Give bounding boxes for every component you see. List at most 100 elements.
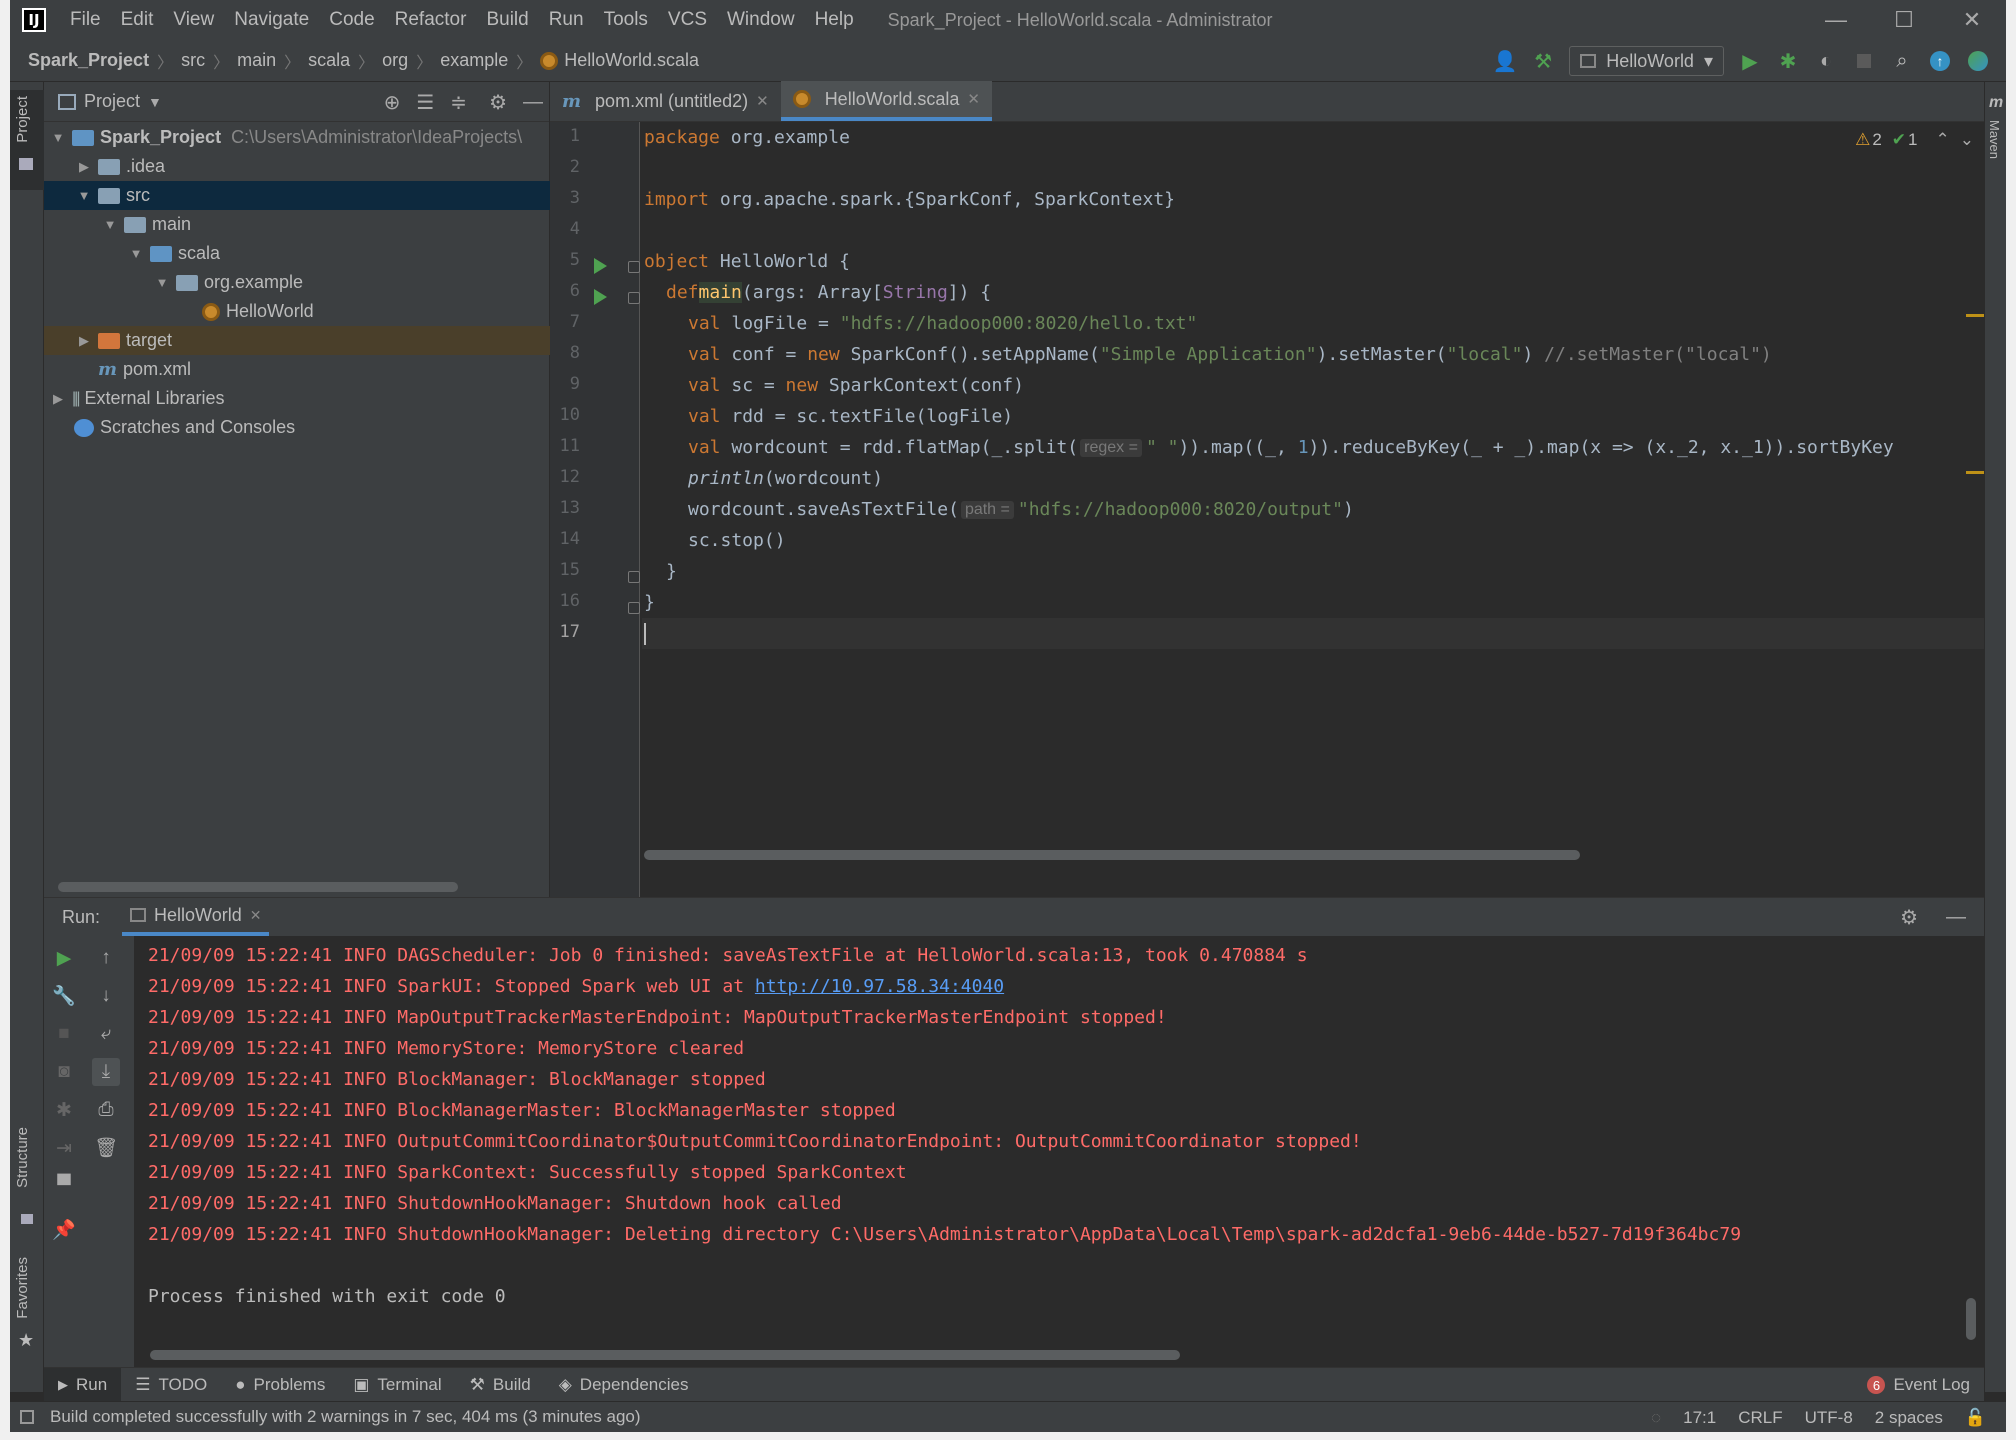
spark-ui-link[interactable]: http://10.97.58.34:4040 xyxy=(755,976,1004,997)
user-icon[interactable]: 👤 xyxy=(1493,49,1518,73)
tree-item-external-libraries[interactable]: ▶ ||| External Libraries xyxy=(44,384,550,413)
coverage-icon[interactable]: ◐ xyxy=(1814,49,1838,73)
run-tab-helloworld[interactable]: HelloWorld ✕ xyxy=(122,898,270,936)
run-console[interactable]: 21/09/09 15:22:41 INFO DAGScheduler: Job… xyxy=(134,936,1984,1368)
file-encoding[interactable]: UTF-8 xyxy=(1805,1408,1853,1428)
maximize-button[interactable]: ☐ xyxy=(1870,0,1938,40)
menu-refactor[interactable]: Refactor xyxy=(385,9,477,31)
tab-pom-xml[interactable]: m pom.xml (untitled2) ✕ xyxy=(550,81,781,121)
layout-icon[interactable]: ▀ xyxy=(50,1172,78,1200)
fold-marker-icon[interactable] xyxy=(628,571,640,583)
tool-build-button[interactable]: ⚒ Build xyxy=(456,1368,545,1402)
status-message[interactable]: Build completed successfully with 2 warn… xyxy=(50,1407,641,1427)
debug-icon[interactable]: ✱ xyxy=(1776,49,1800,73)
code-line-12[interactable]: println (wordcount) xyxy=(642,463,1984,494)
rerun-icon[interactable]: ▶ xyxy=(50,944,78,972)
chevron-down-icon[interactable]: ▼ xyxy=(102,217,118,232)
ide-features-icon[interactable] xyxy=(1966,49,1990,73)
console-horizontal-scrollbar[interactable] xyxy=(150,1350,1180,1360)
menu-vcs[interactable]: VCS xyxy=(658,9,717,31)
fold-marker-icon[interactable] xyxy=(628,261,640,273)
code-area[interactable]: package org.example import org.apache.sp… xyxy=(642,122,1984,897)
code-line-7[interactable]: val logFile = "hdfs://hadoop000:8020/hel… xyxy=(642,308,1984,339)
run-gutter-icon[interactable] xyxy=(594,258,607,274)
breadcrumb-src[interactable]: src xyxy=(181,50,205,71)
stop-icon[interactable] xyxy=(1852,49,1876,73)
menu-navigate[interactable]: Navigate xyxy=(224,9,319,31)
menu-view[interactable]: View xyxy=(163,9,224,31)
hide-panel-icon[interactable]: — xyxy=(523,91,543,114)
code-line-1[interactable]: package org.example xyxy=(642,122,1984,153)
tree-item-spark-project[interactable]: ▼ Spark_Project C:\Users\Administrator\I… xyxy=(44,123,550,152)
chevron-right-icon[interactable]: ▶ xyxy=(76,159,92,175)
pin-icon[interactable]: 📌 xyxy=(50,1216,78,1244)
arrow-up-icon[interactable]: ↑ xyxy=(92,944,120,972)
scroll-to-end-icon[interactable]: ⤓ xyxy=(92,1058,120,1086)
tool-terminal-button[interactable]: ▣ Terminal xyxy=(339,1368,455,1402)
breadcrumb-org[interactable]: org xyxy=(382,50,408,71)
menu-build[interactable]: Build xyxy=(476,9,538,31)
code-line-5[interactable]: object HelloWorld { xyxy=(642,246,1984,277)
tab-helloworld-scala[interactable]: HelloWorld.scala ✕ xyxy=(780,81,992,121)
chevron-down-icon[interactable]: ⌄ xyxy=(1960,130,1974,150)
exit-icon[interactable]: ⇥ xyxy=(50,1134,78,1162)
status-panel-icon[interactable] xyxy=(20,1410,34,1424)
code-line-11[interactable]: val wordcount = rdd.flatMap(_.split(rege… xyxy=(642,432,1984,463)
camera-icon[interactable]: ◙ xyxy=(50,1058,78,1086)
code-line-6[interactable]: def main (args: Array[String]) { xyxy=(642,277,1984,308)
event-log-button[interactable]: 6 Event Log xyxy=(1867,1368,1970,1402)
warning-stripe-marker[interactable] xyxy=(1966,471,1984,474)
collapse-all-icon[interactable]: ≑ xyxy=(450,90,467,115)
code-line-3[interactable]: import org.apache.spark.{SparkConf, Spar… xyxy=(642,184,1984,215)
chevron-right-icon[interactable]: ▶ xyxy=(76,333,92,349)
line-separator[interactable]: CRLF xyxy=(1738,1408,1782,1428)
tree-item-scratches[interactable]: Scratches and Consoles xyxy=(44,413,550,442)
favorites-tab-label[interactable]: Favorites xyxy=(14,1257,31,1319)
tree-item-org-example[interactable]: ▼ org.example xyxy=(44,268,550,297)
project-horizontal-scrollbar[interactable] xyxy=(58,882,458,892)
code-line-14[interactable]: sc.stop() xyxy=(642,525,1984,556)
editor-gutter[interactable]: 1 2 3 4 5 6 7 8 9 10 11 12 13 14 15 16 1… xyxy=(550,122,640,897)
tree-item-helloworld[interactable]: HelloWorld xyxy=(44,297,550,326)
run-configuration-select[interactable]: HelloWorld ▾ xyxy=(1569,46,1724,76)
editor-horizontal-scrollbar[interactable] xyxy=(644,850,1580,860)
code-line-15[interactable]: } xyxy=(642,556,1984,587)
gear-icon[interactable]: ⚙ xyxy=(1900,905,1918,930)
tree-item-idea[interactable]: ▶ .idea xyxy=(44,152,550,181)
code-line-8[interactable]: val conf = new SparkConf().setAppName("S… xyxy=(642,339,1984,370)
locate-icon[interactable]: ⊕ xyxy=(384,90,401,115)
tool-todo-button[interactable]: ☰ TODO xyxy=(121,1368,221,1402)
chevron-down-icon[interactable]: ▼ xyxy=(154,275,170,290)
chevron-down-icon[interactable]: ▼ xyxy=(76,188,92,203)
memory-indicator-icon[interactable]: ◌ xyxy=(1651,1408,1661,1428)
breadcrumb-project[interactable]: Spark_Project xyxy=(28,50,149,71)
chevron-right-icon[interactable]: ▶ xyxy=(50,391,66,407)
structure-tab-label[interactable]: Structure xyxy=(14,1127,31,1188)
run-icon[interactable]: ▶ xyxy=(1738,49,1762,73)
hide-panel-icon[interactable]: — xyxy=(1946,906,1966,929)
menu-run[interactable]: Run xyxy=(539,9,594,31)
close-icon[interactable]: ✕ xyxy=(967,90,980,108)
console-vertical-scrollbar[interactable] xyxy=(1966,1298,1976,1340)
fold-marker-icon[interactable] xyxy=(628,292,640,304)
arrow-down-icon[interactable]: ↓ xyxy=(92,982,120,1010)
project-tab-label[interactable]: Project xyxy=(14,96,31,143)
warning-stripe-marker[interactable] xyxy=(1966,314,1984,317)
trash-icon[interactable]: 🗑 xyxy=(92,1134,120,1162)
tree-item-main[interactable]: ▼ main xyxy=(44,210,550,239)
close-window-button[interactable]: ✕ xyxy=(1938,0,2006,40)
inspection-widget[interactable]: ⚠ 2 ✔ 1 ⌃ ⌄ xyxy=(1855,130,1974,150)
code-line-17[interactable] xyxy=(642,618,1984,649)
code-line-10[interactable]: val rdd = sc.textFile(logFile) xyxy=(642,401,1984,432)
wrench-icon[interactable]: 🔧 xyxy=(50,982,78,1010)
project-view-selector[interactable]: Project ▼ xyxy=(58,91,162,112)
tree-item-pom[interactable]: m pom.xml xyxy=(44,355,550,384)
fold-marker-icon[interactable] xyxy=(628,602,640,614)
menu-edit[interactable]: Edit xyxy=(111,9,164,31)
gear-icon[interactable]: ⚙ xyxy=(489,90,507,115)
update-icon[interactable]: ↑ xyxy=(1928,49,1952,73)
lock-icon[interactable]: 🔓 xyxy=(1965,1408,1986,1428)
code-line-9[interactable]: val sc = new SparkContext(conf) xyxy=(642,370,1984,401)
menu-tools[interactable]: Tools xyxy=(594,9,658,31)
tool-problems-button[interactable]: ● Problems xyxy=(221,1368,339,1402)
